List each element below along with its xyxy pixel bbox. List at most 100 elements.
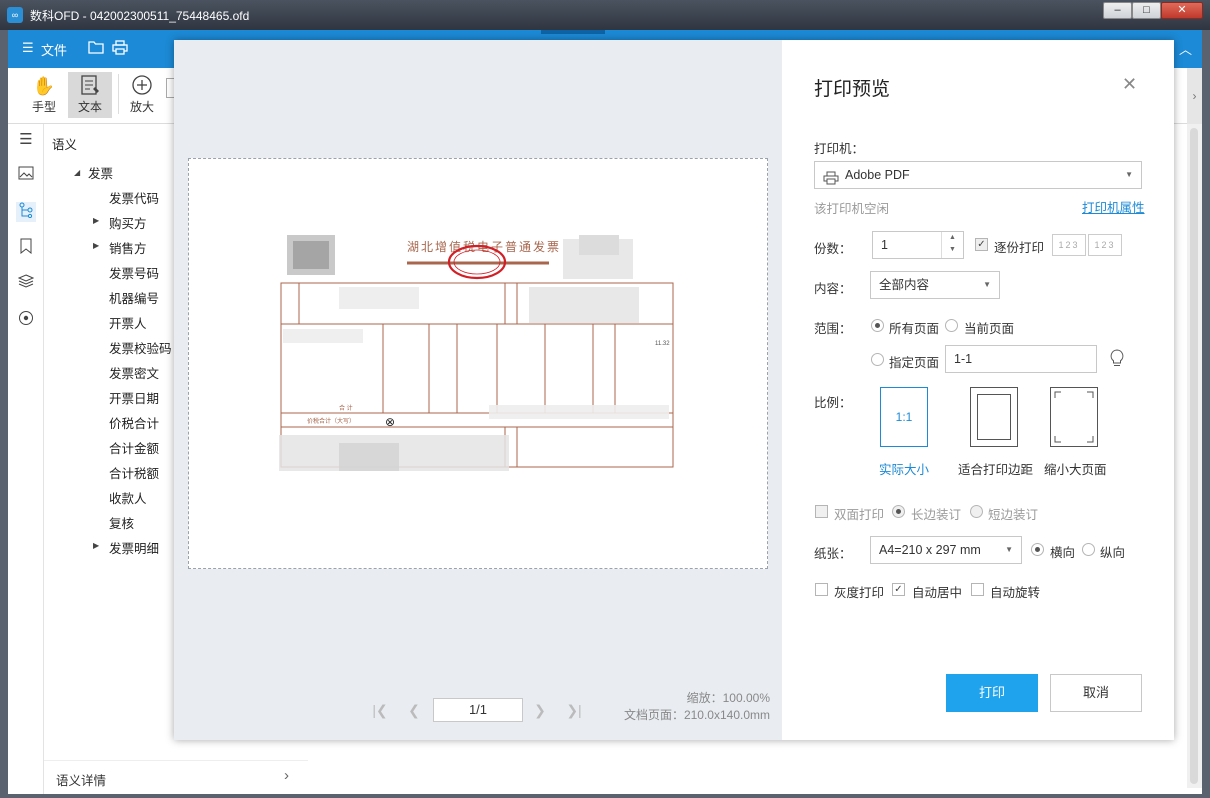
zoom-in-icon: [130, 74, 154, 98]
invoice-amount: 11.32: [655, 341, 670, 347]
next-page-button[interactable]: ❯: [528, 698, 552, 722]
title-bar: ∞ 数科OFD - 042002300511_75448465.ofd – □ …: [0, 0, 1210, 30]
outline-icon[interactable]: ☰: [16, 130, 36, 150]
expand-arrow-icon[interactable]: ▶: [93, 541, 99, 550]
close-window-button[interactable]: ✕: [1161, 2, 1203, 19]
printer-select[interactable]: Adobe PDF ▼: [814, 161, 1142, 189]
scale-label: 比例：: [814, 396, 852, 410]
semantic-details-bar[interactable]: 语义详情 ›: [44, 760, 308, 794]
zoom-in-button[interactable]: 放大: [120, 72, 164, 118]
custom-range-input[interactable]: 1-1: [945, 345, 1097, 373]
side-panel-toggle-icon[interactable]: ›: [1187, 68, 1202, 124]
tree-node[interactable]: 发票明细: [109, 538, 159, 557]
printer-icon[interactable]: [112, 40, 128, 58]
last-page-button[interactable]: ❯|: [562, 698, 586, 722]
tree-node[interactable]: 购买方: [109, 213, 147, 232]
minimize-button[interactable]: –: [1103, 2, 1132, 19]
paper-select[interactable]: A4=210 x 297 mm ▼: [870, 536, 1022, 564]
prev-page-button[interactable]: ❮: [402, 698, 426, 722]
range-current-radio[interactable]: [945, 319, 958, 332]
range-custom-label: 指定页面: [889, 356, 940, 370]
range-custom-radio[interactable]: [871, 353, 884, 366]
file-menu[interactable]: 文件: [41, 40, 67, 59]
printer-label: 打印机：: [814, 142, 865, 156]
scrollbar-thumb[interactable]: [1190, 128, 1198, 784]
copies-input[interactable]: 1 ▲ ▼: [872, 231, 964, 259]
first-page-button[interactable]: |❮: [368, 698, 392, 722]
scale-shrink-option[interactable]: [1050, 387, 1098, 447]
printer-properties-link[interactable]: 打印机属性: [1082, 197, 1145, 216]
tree-node[interactable]: 开票日期: [109, 388, 159, 407]
text-tool-label: 文本: [77, 100, 102, 114]
zoom-info: 缩放：100.00%: [686, 691, 770, 705]
page-number-input[interactable]: 1/1: [433, 698, 523, 722]
printer-value: Adobe PDF: [845, 168, 910, 182]
collate-label: 逐份打印: [994, 241, 1045, 255]
tree-node[interactable]: 开票人: [109, 313, 147, 332]
tree-node-invoice[interactable]: 发票: [88, 163, 113, 182]
thumbnail-icon[interactable]: [16, 166, 36, 186]
menu-icon[interactable]: ☰: [22, 40, 34, 56]
hand-tool-button[interactable]: ✋ 手型: [22, 72, 66, 118]
tree-node[interactable]: 复核: [109, 513, 134, 532]
expanded-arrow-icon[interactable]: ◢: [74, 168, 80, 177]
bookmark-icon[interactable]: [16, 238, 36, 258]
scale-actual-size-option[interactable]: 1:1: [880, 387, 928, 447]
portrait-label: 纵向: [1100, 546, 1126, 560]
auto-rotate-label: 自动旋转: [990, 586, 1041, 600]
tree-node[interactable]: 合计金额: [109, 438, 159, 457]
tree-node[interactable]: 发票校验码: [109, 338, 172, 357]
semantic-details-label: 语义详情: [56, 774, 107, 788]
auto-rotate-checkbox[interactable]: [971, 583, 984, 596]
document-scrollbar[interactable]: [1187, 124, 1202, 788]
print-button[interactable]: 打印: [946, 674, 1038, 712]
tree-node[interactable]: 收款人: [109, 488, 147, 507]
collate-checkbox[interactable]: ✓: [975, 238, 988, 251]
portrait-radio[interactable]: [1082, 543, 1095, 556]
side-icon-strip: ☰: [8, 124, 44, 794]
long-edge-radio[interactable]: [892, 505, 905, 518]
chevron-down-icon: ▼: [1125, 170, 1133, 179]
semantic-tree-icon[interactable]: [16, 202, 36, 222]
expand-arrow-icon[interactable]: ▶: [93, 241, 99, 250]
print-preview-dialog: 湖北增值税电子普通发票 合 计 价税合计（大写） 11.32 ⊗ |❮ ❮ 1/…: [174, 40, 1174, 740]
tree-node[interactable]: 合计税额: [109, 463, 159, 482]
collapse-ribbon-icon[interactable]: ︿: [1179, 39, 1192, 58]
content-select[interactable]: 全部内容 ▼: [870, 271, 1000, 299]
lightbulb-icon[interactable]: [1109, 349, 1125, 372]
hand-tool-label: 手型: [31, 100, 56, 114]
tree-node[interactable]: 机器编号: [109, 288, 159, 307]
duplex-checkbox[interactable]: [815, 505, 828, 518]
landscape-radio[interactable]: [1031, 543, 1044, 556]
maximize-button[interactable]: □: [1132, 2, 1161, 19]
tree-node[interactable]: 价税合计: [109, 413, 159, 432]
range-all-radio[interactable]: [871, 319, 884, 332]
shrink-page-icon: [1054, 391, 1094, 443]
expand-arrow-icon[interactable]: ▶: [93, 216, 99, 225]
long-edge-label: 长边装订: [911, 508, 962, 522]
hand-icon: ✋: [32, 76, 56, 96]
tree-node[interactable]: 销售方: [109, 238, 147, 257]
range-all-label: 所有页面: [889, 322, 940, 336]
grayscale-checkbox[interactable]: [815, 583, 828, 596]
text-tool-button[interactable]: 文本: [68, 72, 112, 118]
printer-status: 该打印机空闲: [814, 202, 890, 216]
tree-node[interactable]: 发票密文: [109, 363, 159, 382]
layers-icon[interactable]: [16, 274, 36, 294]
window-title: 数科OFD - 042002300511_75448465.ofd: [30, 9, 250, 23]
preview-page: 湖北增值税电子普通发票 合 计 价税合计（大写） 11.32 ⊗: [188, 158, 768, 569]
tree-node[interactable]: 发票代码: [109, 188, 159, 207]
auto-center-checkbox[interactable]: ✓: [892, 583, 905, 596]
tree-node[interactable]: 发票号码: [109, 263, 159, 282]
paper-label: 纸张：: [814, 547, 852, 561]
grayscale-label: 灰度打印: [834, 586, 885, 600]
copies-stepper[interactable]: ▲ ▼: [941, 232, 963, 258]
open-folder-icon[interactable]: [88, 40, 104, 57]
close-icon[interactable]: ✕: [1122, 74, 1137, 95]
short-edge-radio[interactable]: [970, 505, 983, 518]
seal-icon[interactable]: [16, 310, 36, 330]
scale-fit-option[interactable]: [970, 387, 1018, 447]
chevron-right-icon[interactable]: ›: [284, 767, 289, 784]
print-settings-panel: 打印预览 ✕ 打印机： Adobe PDF ▼ 该打印机空闲 打印机属性 份数：…: [782, 40, 1174, 740]
cancel-button[interactable]: 取消: [1050, 674, 1142, 712]
